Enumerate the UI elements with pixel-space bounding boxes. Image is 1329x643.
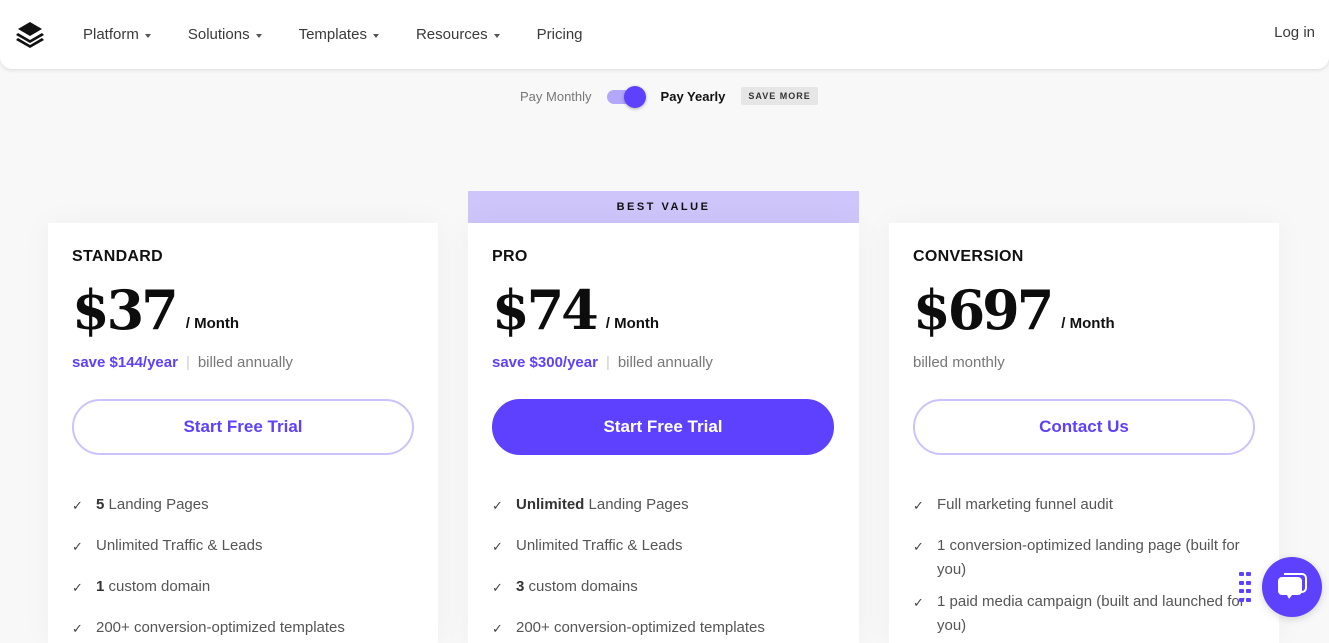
plan-card-standard: STANDARD $37 / Month save $144/year | bi… <box>48 223 438 643</box>
feature-text: Unlimited Traffic & Leads <box>516 537 683 554</box>
plan-price: $74 <box>492 278 599 342</box>
billing-text: billed annually <box>617 353 713 371</box>
nav-item-label: Templates <box>298 26 367 43</box>
check-icon: ✓ <box>72 498 83 513</box>
billing-toggle: Pay Monthly Pay Yearly SAVE MORE <box>520 84 818 108</box>
start-free-trial-button[interactable]: Start Free Trial <box>72 399 414 455</box>
check-icon: ✓ <box>492 580 503 595</box>
nav-item-pricing[interactable]: Pricing <box>537 26 583 43</box>
plan-name: CONVERSION <box>913 248 1024 265</box>
feature-text: custom domain <box>104 578 211 595</box>
check-icon: ✓ <box>72 539 83 554</box>
price-row: $37 / Month <box>72 278 414 338</box>
price-row: $697 / Month <box>913 278 1255 338</box>
billing-text: billed monthly <box>913 353 1005 371</box>
switch-knob <box>623 86 646 108</box>
nav-item-label: Resources <box>415 26 488 43</box>
price-row: $74 / Month <box>492 278 835 338</box>
feature-item: ✓ 200+ conversion-optimized templates <box>492 616 835 641</box>
drag-handle-icon[interactable] <box>1239 572 1251 604</box>
nav-item-label: Solutions <box>187 26 250 43</box>
feature-text: Landing Pages <box>104 496 209 513</box>
feature-text: Unlimited Traffic & Leads <box>96 537 263 554</box>
feature-list: ✓ 5 Landing Pages ✓ Unlimited Traffic & … <box>72 493 414 641</box>
best-value-badge: BEST VALUE <box>468 191 859 223</box>
plan-card-pro: PRO $74 / Month save $300/year | billed … <box>468 223 859 643</box>
billing-text: billed annually <box>197 353 293 371</box>
feature-list: ✓ Unlimited Landing Pages ✓ Unlimited Tr… <box>492 493 835 641</box>
contact-us-button[interactable]: Contact Us <box>913 399 1255 455</box>
caret-down-icon <box>144 33 151 38</box>
feature-text: custom domains <box>524 578 638 595</box>
start-free-trial-button[interactable]: Start Free Trial <box>492 399 834 455</box>
plan-card-conversion: CONVERSION $697 / Month billed monthly C… <box>889 223 1279 643</box>
feature-text: Landing Pages <box>584 496 689 513</box>
pay-monthly-label[interactable]: Pay Monthly <box>520 89 592 104</box>
billing-period-switch[interactable] <box>606 85 647 108</box>
feature-text: 200+ conversion-optimized templates <box>96 619 345 636</box>
price-period: / Month <box>605 315 660 332</box>
price-period: / Month <box>1061 315 1115 332</box>
layers-logo-icon[interactable] <box>14 20 46 48</box>
feature-item: ✓ 1 paid media campaign (built and launc… <box>913 590 1255 638</box>
plan-name: PRO <box>492 248 528 265</box>
plan-price: $37 <box>72 278 179 342</box>
billing-info: billed monthly <box>913 352 1255 372</box>
billing-info: save $144/year | billed annually <box>72 352 414 372</box>
check-icon: ✓ <box>72 580 83 595</box>
check-icon: ✓ <box>492 498 503 513</box>
check-icon: ✓ <box>913 539 924 554</box>
savings-text: save $144/year <box>72 353 178 371</box>
separator: | <box>185 353 190 371</box>
chat-bubble-icon <box>1278 573 1307 599</box>
nav-item-resources[interactable]: Resources <box>416 26 500 43</box>
separator: | <box>605 353 610 371</box>
top-navigation: Platform Solutions Templates Resources P… <box>0 0 1329 69</box>
check-icon: ✓ <box>913 498 924 513</box>
feature-item: ✓ Full marketing funnel audit <box>913 493 1255 518</box>
pay-yearly-label[interactable]: Pay Yearly <box>661 89 726 104</box>
feature-text: 1 conversion-optimized landing page (bui… <box>937 537 1240 578</box>
feature-item: ✓ Unlimited Traffic & Leads <box>492 534 835 559</box>
caret-down-icon <box>372 33 379 38</box>
nav-item-label: Platform <box>83 26 139 43</box>
caret-down-icon <box>255 33 262 38</box>
feature-item: ✓ 1 conversion-optimized landing page (b… <box>913 534 1255 582</box>
feature-item: ✓ Unlimited Landing Pages <box>492 493 835 518</box>
feature-item: ✓ 1 custom domain <box>72 575 414 600</box>
nav-item-solutions[interactable]: Solutions <box>188 26 262 43</box>
savings-text: save $300/year <box>492 353 598 371</box>
check-icon: ✓ <box>72 621 83 636</box>
nav-item-platform[interactable]: Platform <box>83 26 151 43</box>
billing-info: save $300/year | billed annually <box>492 352 835 372</box>
feature-item: ✓ 3 custom domains <box>492 575 835 600</box>
nav-menu: Platform Solutions Templates Resources P… <box>83 0 620 69</box>
feature-text: Full marketing funnel audit <box>937 496 1113 513</box>
check-icon: ✓ <box>492 621 503 636</box>
plan-name: STANDARD <box>72 248 163 265</box>
nav-item-templates[interactable]: Templates <box>299 26 379 43</box>
login-link[interactable]: Log in <box>1274 24 1315 41</box>
plan-price: $697 <box>913 278 1054 342</box>
price-period: / Month <box>185 315 240 332</box>
check-icon: ✓ <box>492 539 503 554</box>
save-more-badge: SAVE MORE <box>741 87 818 105</box>
check-icon: ✓ <box>913 595 924 610</box>
feature-item: ✓ 200+ conversion-optimized templates <box>72 616 414 641</box>
feature-text: 1 paid media campaign (built and launche… <box>937 593 1245 634</box>
feature-list: ✓ Full marketing funnel audit ✓ 1 conver… <box>913 493 1255 638</box>
feature-highlight: Unlimited <box>516 496 585 513</box>
feature-item: ✓ 5 Landing Pages <box>72 493 414 518</box>
feature-item: ✓ Unlimited Traffic & Leads <box>72 534 414 559</box>
feature-text: 200+ conversion-optimized templates <box>516 619 765 636</box>
caret-down-icon <box>493 33 500 38</box>
chat-button[interactable] <box>1262 557 1322 617</box>
nav-item-label: Pricing <box>536 26 583 43</box>
